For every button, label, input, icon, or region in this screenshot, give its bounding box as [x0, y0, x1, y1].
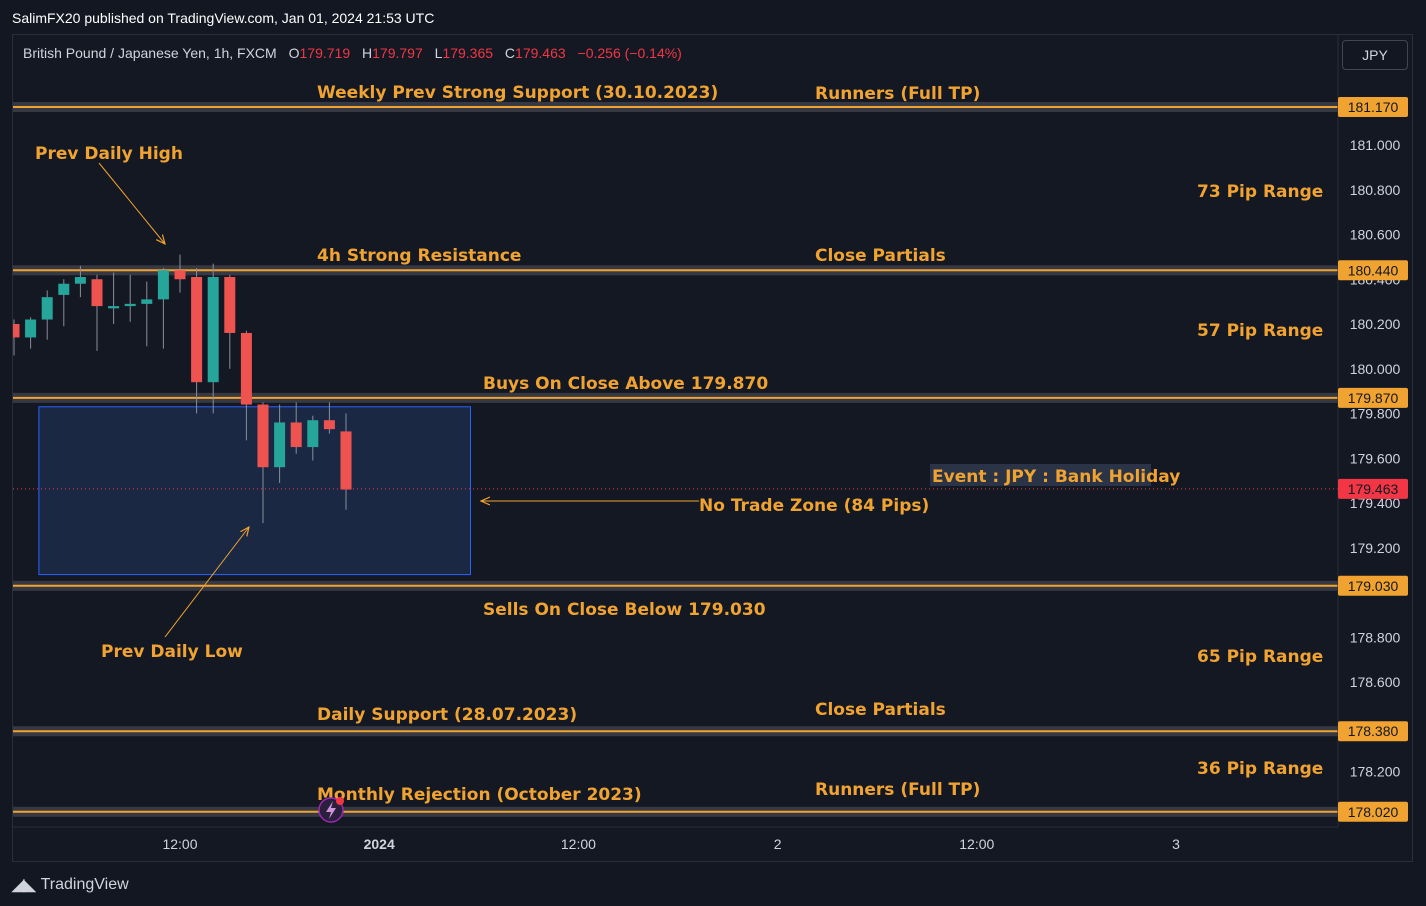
- candle: [91, 274, 103, 351]
- level-price-tag-text: 180.440: [1348, 262, 1399, 278]
- time-tick-label: 12:00: [561, 836, 596, 852]
- level-price-tag-text: 178.380: [1348, 723, 1399, 739]
- buys-above-label: Buys On Close Above 179.870: [483, 374, 768, 394]
- pip-range-73-label: 73 Pip Range: [1197, 182, 1323, 202]
- weekly-support-label: Weekly Prev Strong Support (30.10.2023): [317, 83, 718, 103]
- level-price-tag-text: 181.170: [1348, 99, 1399, 115]
- candle-body-up: [307, 420, 319, 448]
- close-partials-top-label: Close Partials: [815, 246, 946, 266]
- candle-body-up: [124, 303, 136, 307]
- candle-body-up: [58, 283, 70, 295]
- candle: [124, 274, 136, 322]
- candle-body-up: [157, 270, 169, 300]
- candle-body-up: [41, 297, 53, 320]
- candle-body-down: [174, 270, 186, 280]
- candle-body-down: [224, 277, 236, 333]
- sells-below-label: Sells On Close Below 179.030: [483, 600, 766, 620]
- level-price-tag: 181.170: [1338, 96, 1408, 117]
- pip-range-57-label: 57 Pip Range: [1197, 321, 1323, 341]
- price-tick-label: 178.200: [1350, 764, 1401, 780]
- candle-body-up: [141, 299, 153, 304]
- level-price-tag: 178.380: [1338, 721, 1408, 742]
- strong-resistance-label: 4h Strong Resistance: [317, 246, 521, 266]
- candle: [141, 281, 153, 347]
- runners-bottom-label: Runners (Full TP): [815, 780, 980, 800]
- footer-brand[interactable]: ◢◣ TradingView: [12, 875, 129, 895]
- publisher-caption: SalimFX20 published on TradingView.com, …: [12, 10, 435, 26]
- candle: [58, 279, 70, 327]
- runners-top-label: Runners (Full TP): [815, 84, 980, 104]
- candle-body-up: [274, 422, 286, 468]
- candle-body-down: [257, 404, 269, 468]
- candle-body-down: [240, 332, 252, 405]
- prev-daily-high-label: Prev Daily High: [35, 144, 183, 164]
- candle-body-down: [191, 277, 203, 383]
- event-label: Event : JPY : Bank Holiday: [932, 467, 1180, 487]
- candle: [207, 263, 219, 414]
- candle-body-down: [91, 279, 103, 307]
- level-price-tag-text: 179.030: [1348, 578, 1399, 594]
- time-tick-label: 12:00: [959, 836, 994, 852]
- no-trade-zone-box[interactable]: [38, 406, 472, 576]
- price-tick-label: 180.200: [1350, 316, 1401, 332]
- time-tick-label: 12:00: [162, 836, 197, 852]
- level-price-tag: 178.020: [1338, 801, 1408, 822]
- candle: [41, 290, 53, 340]
- candle-body-up: [108, 306, 120, 309]
- candle: [191, 268, 203, 414]
- candle: [13, 319, 20, 356]
- footer-brand-label: TradingView: [40, 876, 129, 893]
- no-trade-zone-label: No Trade Zone (84 Pips): [699, 496, 929, 516]
- price-tick-label: 179.800: [1350, 406, 1401, 422]
- last-price-tag-text: 179.463: [1348, 481, 1399, 497]
- time-tick-label: 3: [1172, 836, 1180, 852]
- candle-body-down: [13, 324, 20, 338]
- pip-range-65-label: 65 Pip Range: [1197, 647, 1323, 667]
- prev-daily-low-label: Prev Daily Low: [101, 642, 243, 662]
- level-price-tag: 179.030: [1338, 575, 1408, 596]
- price-tick-label: 181.000: [1350, 137, 1401, 153]
- candle-body-up: [74, 277, 86, 284]
- prev-daily-high-arrow: [98, 162, 165, 244]
- tradingview-logo-icon: ◢◣: [12, 877, 36, 894]
- candle: [174, 254, 186, 293]
- candle: [157, 268, 169, 349]
- price-tick-label: 180.600: [1350, 227, 1401, 243]
- candle-body-up: [25, 319, 37, 338]
- price-tick-label: 180.800: [1350, 182, 1401, 198]
- event-flash-icon[interactable]: [318, 797, 344, 823]
- close-partials-bottom-label: Close Partials: [815, 700, 946, 720]
- time-tick-label: 2024: [364, 836, 395, 852]
- time-tick-label: 2: [774, 836, 782, 852]
- candle-body-down: [290, 422, 302, 448]
- level-price-tag: 179.870: [1338, 387, 1408, 408]
- price-tick-label: 178.800: [1350, 629, 1401, 645]
- candle-body-down: [323, 420, 335, 430]
- last-price-tag: 179.463: [1338, 478, 1408, 499]
- level-price-tag-text: 178.020: [1348, 804, 1399, 820]
- top-bar: SalimFX20 published on TradingView.com, …: [0, 0, 1426, 34]
- price-tick-label: 178.600: [1350, 674, 1401, 690]
- level-price-tag: 180.440: [1338, 260, 1408, 281]
- candle: [25, 317, 37, 349]
- candle-body-down: [340, 431, 352, 490]
- candle: [108, 272, 120, 324]
- price-tick-label: 179.600: [1350, 450, 1401, 466]
- price-tick-label: 179.200: [1350, 540, 1401, 556]
- monthly-rejection-label: Monthly Rejection (October 2023): [317, 785, 642, 805]
- price-chart[interactable]: Weekly Prev Strong Support (30.10.2023) …: [13, 35, 1413, 862]
- level-price-tag-text: 179.870: [1348, 390, 1399, 406]
- candle: [224, 274, 236, 369]
- pip-range-36-label: 36 Pip Range: [1197, 759, 1323, 779]
- daily-support-label: Daily Support (28.07.2023): [317, 705, 577, 725]
- candle-body-up: [207, 277, 219, 383]
- price-tick-label: 180.000: [1350, 361, 1401, 377]
